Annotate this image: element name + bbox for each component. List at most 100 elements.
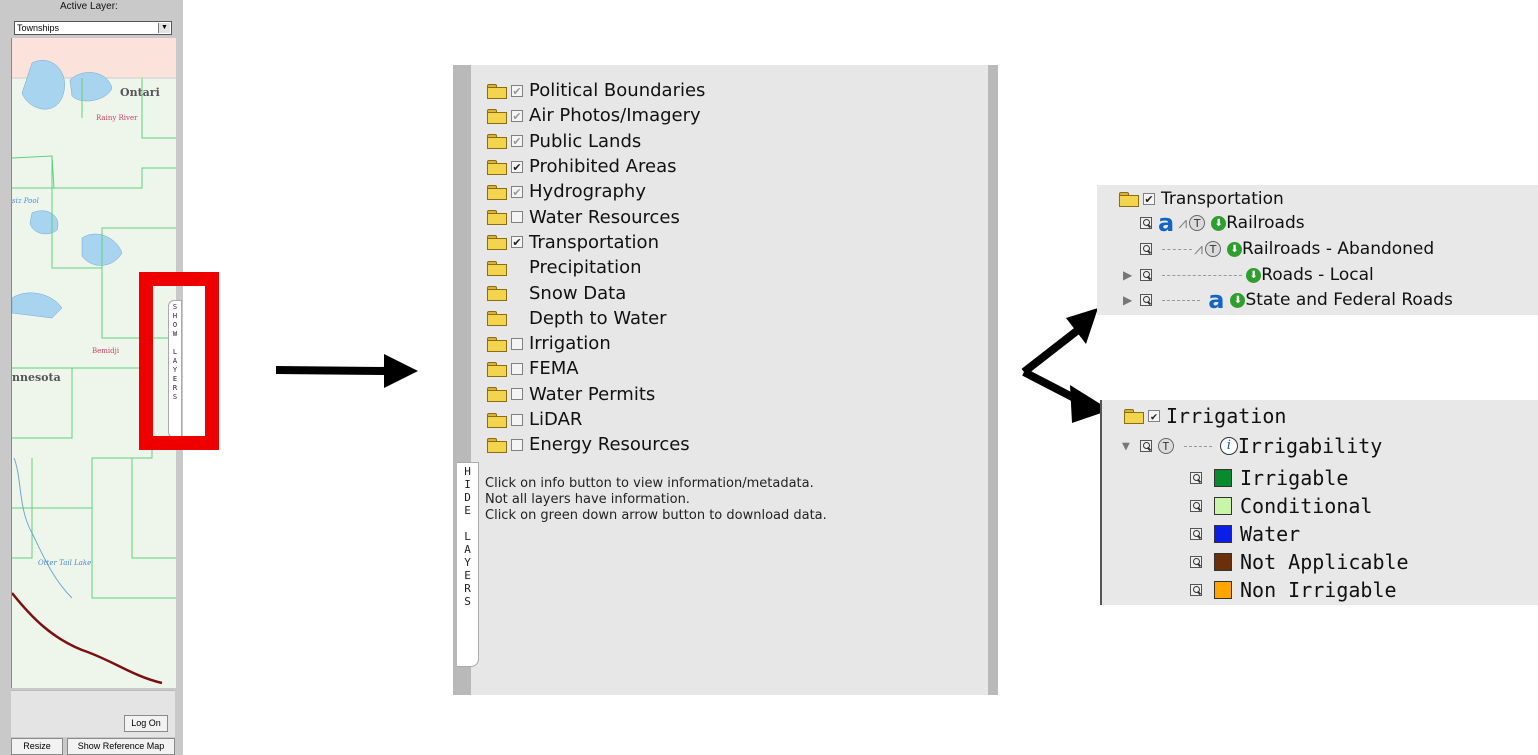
layer-label: Snow Data <box>529 282 627 304</box>
layer-row[interactable]: ✔ Transportation <box>487 230 967 255</box>
layer-row[interactable]: Depth to Water <box>487 306 967 331</box>
layer-label: Energy Resources <box>529 434 690 456</box>
zoom-to-class-icon[interactable] <box>1190 500 1202 512</box>
zoom-to-class-icon[interactable] <box>1190 528 1202 540</box>
layer-row-railroads-abandoned[interactable]: ⩘ T ⬇ Railroads - Abandoned <box>1140 239 1434 259</box>
layer-row[interactable]: Water Permits <box>487 382 967 407</box>
layer-checkbox[interactable]: ✔ <box>511 109 523 122</box>
layer-checkbox[interactable]: ✔ <box>511 160 523 173</box>
layer-row-state-federal-roads[interactable]: ▶ a ⬇ State and Federal Roads <box>1123 288 1453 312</box>
layer-row[interactable]: ✔ Prohibited Areas <box>487 154 967 179</box>
folder-icon[interactable] <box>487 210 507 226</box>
layer-row[interactable]: LiDAR <box>487 407 967 432</box>
layer-label-railroads-abandoned: Railroads - Abandoned <box>1242 239 1435 259</box>
folder-icon[interactable] <box>487 412 507 428</box>
transparency-t-icon[interactable]: T <box>1205 241 1222 257</box>
layer-label: LiDAR <box>529 409 583 430</box>
zoom-to-layer-icon[interactable] <box>1140 294 1153 306</box>
legend-row-water: Water <box>1190 522 1300 546</box>
layer-checkbox[interactable] <box>511 362 523 375</box>
layer-list: ✔ Political Boundaries ✔ Air Photos/Imagery… <box>487 78 967 457</box>
hide-layers-letter: S <box>464 595 471 608</box>
zoom-to-layer-icon[interactable] <box>1140 243 1152 255</box>
folder-icon[interactable] <box>487 311 507 327</box>
transportation-header[interactable]: ✔ Transportation <box>1119 189 1284 209</box>
label-a-icon[interactable]: a <box>1158 211 1174 235</box>
zoom-to-class-icon[interactable] <box>1190 584 1202 596</box>
layer-label-roads-local: Roads - Local <box>1261 265 1374 285</box>
layer-checkbox[interactable] <box>511 438 523 451</box>
folder-icon[interactable] <box>487 361 507 377</box>
layer-row[interactable]: FEMA <box>487 356 967 381</box>
layer-row[interactable]: ✔ Air Photos/Imagery <box>487 103 967 128</box>
layer-checkbox[interactable]: ✔ <box>511 135 523 148</box>
download-arrow-icon[interactable]: ⬇ <box>1230 292 1246 308</box>
layer-checkbox[interactable]: ✔ <box>511 185 523 198</box>
help-line-download: Click on green down arrow button to down… <box>485 508 827 523</box>
transparency-t-icon[interactable]: T <box>1189 215 1206 231</box>
layer-checkbox[interactable] <box>511 337 523 350</box>
layer-checkbox[interactable]: ✔ <box>511 236 523 249</box>
irrigation-checkbox[interactable]: ✔ <box>1148 410 1160 423</box>
layer-row[interactable]: ✔ Hydrography <box>487 179 967 204</box>
collapse-arrow-icon[interactable]: ▼ <box>1122 439 1130 454</box>
hide-layers-letter: L <box>464 530 471 543</box>
legend-row-not-applicable: Not Applicable <box>1190 550 1409 574</box>
download-arrow-icon[interactable]: ⬇ <box>1246 267 1262 283</box>
folder-icon[interactable] <box>487 159 507 175</box>
layer-checkbox <box>511 287 523 299</box>
layer-row-railroads[interactable]: a ⩘ T ⬇ Railroads <box>1140 211 1305 235</box>
folder-icon[interactable] <box>487 83 507 99</box>
layer-row[interactable]: Precipitation <box>487 255 967 280</box>
expand-arrow-icon[interactable]: ▶ <box>1123 268 1132 282</box>
folder-icon[interactable] <box>487 260 507 276</box>
legend-swatch <box>1214 497 1232 515</box>
folder-icon[interactable] <box>487 184 507 200</box>
folder-icon[interactable] <box>487 235 507 251</box>
layer-row[interactable]: ✔ Public Lands <box>487 129 967 154</box>
folder-icon[interactable] <box>487 437 507 453</box>
layer-checkbox[interactable] <box>511 388 523 401</box>
tree-connector <box>1162 274 1243 276</box>
expand-arrow-icon[interactable]: ▶ <box>1123 293 1132 307</box>
hide-layers-letter: I <box>464 478 471 491</box>
layer-row[interactable]: Energy Resources <box>487 432 967 457</box>
sublayer-row-irrigability[interactable]: ▼ T i Irrigability <box>1122 434 1382 458</box>
layer-checkbox[interactable] <box>511 413 523 426</box>
download-arrow-icon[interactable]: ⬇ <box>1211 215 1227 231</box>
layer-label: Hydrography <box>529 181 646 203</box>
layer-row[interactable]: Snow Data <box>487 280 967 305</box>
download-arrow-icon[interactable]: ⬇ <box>1227 241 1243 257</box>
folder-icon[interactable] <box>487 108 507 124</box>
transportation-checkbox[interactable]: ✔ <box>1143 193 1155 206</box>
zoom-to-layer-icon[interactable] <box>1140 269 1153 281</box>
zoom-to-layer-icon[interactable] <box>1140 217 1152 229</box>
folder-icon[interactable] <box>487 134 507 150</box>
layer-row[interactable]: ✔ Political Boundaries <box>487 78 967 103</box>
folder-icon[interactable] <box>487 387 507 403</box>
layer-checkbox[interactable]: ✔ <box>511 84 523 97</box>
legend-swatch <box>1214 525 1232 543</box>
hide-layers-tab[interactable]: HIDE LAYERS <box>457 462 479 667</box>
transparency-t-icon[interactable]: T <box>1157 438 1174 454</box>
label-a-icon[interactable]: a <box>1208 288 1224 312</box>
layer-label: Political Boundaries <box>529 80 706 102</box>
info-icon[interactable]: i <box>1219 437 1238 455</box>
layer-checkbox[interactable] <box>511 211 523 224</box>
legend-swatch <box>1214 581 1232 599</box>
layer-row[interactable]: Irrigation <box>487 331 967 356</box>
layer-label: Air Photos/Imagery <box>529 105 701 127</box>
legend-row-conditional: Conditional <box>1190 494 1372 518</box>
zoom-to-class-icon[interactable] <box>1190 472 1202 484</box>
layer-row[interactable]: Water Resources <box>487 204 967 229</box>
folder-icon[interactable] <box>487 286 507 302</box>
zoom-to-layer-icon[interactable] <box>1139 440 1152 452</box>
irrigation-header[interactable]: ✔ Irrigation <box>1124 404 1286 428</box>
irrigation-panel: ✔ Irrigation ▼ T i Irrigability Irrigabl… <box>1100 400 1538 605</box>
layer-row-roads-local[interactable]: ▶ ⬇ Roads - Local <box>1123 265 1374 285</box>
zoom-to-class-icon[interactable] <box>1190 556 1202 568</box>
folder-icon[interactable] <box>487 336 507 352</box>
hide-layers-letter: R <box>464 582 471 595</box>
layer-label: Irrigation <box>529 333 611 355</box>
legend-label: Water <box>1240 522 1301 546</box>
